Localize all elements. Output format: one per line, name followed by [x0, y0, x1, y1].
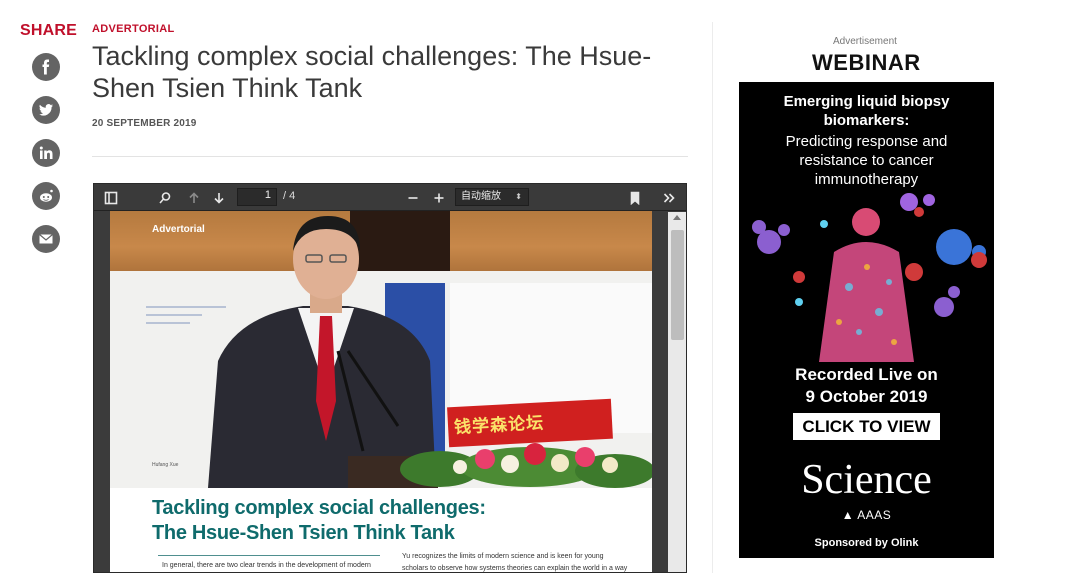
- column-divider: [712, 22, 713, 573]
- click-to-view-button[interactable]: CLICK TO VIEW: [793, 413, 940, 440]
- pdf-advertorial-label: Advertorial: [152, 224, 205, 235]
- linkedin-icon: [39, 146, 53, 159]
- pdf-title-line-2: The Hsue-Shen Tsien Think Tank: [152, 522, 455, 544]
- science-logo: Science: [801, 457, 932, 503]
- article-kicker[interactable]: ADVERTORIAL: [92, 23, 175, 35]
- sidebar-toggle-icon: [104, 191, 118, 205]
- share-title: SHARE: [20, 22, 78, 39]
- pdf-scrollbar[interactable]: [668, 212, 686, 572]
- ad-label: Advertisement: [833, 36, 897, 47]
- pdf-body-line: Yu recognizes the limits of modern scien…: [402, 553, 604, 560]
- linkedin-share-button[interactable]: [32, 139, 60, 167]
- arrow-down-icon: [214, 193, 224, 204]
- aaas-text: AAAS: [857, 508, 892, 522]
- pdf-title-rule: [158, 555, 380, 556]
- page-total: / 4: [283, 190, 296, 202]
- ad-subtitle: Predicting response and resistance to ca…: [785, 133, 948, 188]
- email-share-button[interactable]: [32, 225, 60, 253]
- pdf-body-column-2: Yu recognizes the limits of modern scien…: [402, 551, 642, 572]
- ad-sponsor: Sponsored by Olink: [814, 537, 919, 549]
- arrow-up-icon: [189, 192, 199, 203]
- next-page-button[interactable]: [210, 189, 228, 207]
- bookmark-button[interactable]: [626, 189, 644, 207]
- zoom-in-button[interactable]: [430, 189, 448, 207]
- sidebar-toggle-button[interactable]: [102, 189, 120, 207]
- flower-arrangement: [400, 443, 652, 488]
- ad-recorded-date: Recorded Live on 9 October 2019: [739, 364, 994, 408]
- scroll-up-arrow[interactable]: [673, 215, 681, 220]
- ad-recorded-line-1: Recorded Live on: [795, 365, 938, 384]
- search-icon: [159, 192, 171, 204]
- plus-icon: [434, 193, 444, 203]
- article-headline: Tackling complex social challenges: The …: [92, 41, 652, 103]
- zoom-out-button[interactable]: [404, 189, 422, 207]
- page-number-input[interactable]: 1: [237, 188, 277, 206]
- speaker-photo: 钱学森论坛 Advertorial Hufang Xue: [110, 211, 652, 488]
- ad-artwork: [752, 193, 987, 362]
- pdf-page-title: Tackling complex social challenges: The …: [152, 496, 486, 546]
- pdf-title-line-1: Tackling complex social challenges:: [152, 497, 486, 519]
- pdf-viewer: 1 / 4 自动缩放 ⬍ 钱学森论坛 Advertorial Hufang Xu…: [93, 183, 687, 573]
- share-rail: SHARE: [20, 22, 78, 40]
- ad-lead: Emerging liquid biopsy biomarkers:: [783, 93, 950, 129]
- aaas-triangle-icon: ▲: [841, 508, 858, 522]
- reddit-share-button[interactable]: [32, 182, 60, 210]
- aaas-logo: ▲ AAAS: [739, 508, 994, 522]
- zoom-select[interactable]: 自动缩放 ⬍: [455, 188, 529, 206]
- ad-recorded-line-2: 9 October 2019: [805, 387, 928, 406]
- webinar-ad[interactable]: Emerging liquid biopsy biomarkers: Predi…: [739, 82, 994, 558]
- bookmark-icon: [630, 191, 640, 205]
- minus-icon: [408, 197, 418, 199]
- twitter-icon: [39, 104, 53, 116]
- ad-heading: WEBINAR: [812, 50, 921, 75]
- photo-caption: Hufang Xue: [152, 462, 179, 468]
- facebook-share-button[interactable]: [32, 53, 60, 81]
- pdf-body-column-1: In general, there are two clear trends i…: [162, 562, 371, 569]
- previous-page-button[interactable]: [185, 189, 203, 207]
- reddit-icon: [40, 189, 53, 202]
- facebook-icon: [42, 59, 50, 75]
- double-chevron-right-icon: [663, 193, 675, 203]
- zoom-select-value: 自动缩放: [461, 191, 501, 202]
- pdf-body-line: scholars to observe how systems theories…: [402, 565, 628, 572]
- pdf-toolbar: 1 / 4 自动缩放 ⬍: [94, 184, 686, 211]
- chevron-down-icon: ⬍: [515, 192, 522, 201]
- pdf-page: 钱学森论坛 Advertorial Hufang Xue Tackling co…: [110, 211, 652, 572]
- twitter-share-button[interactable]: [32, 96, 60, 124]
- find-button[interactable]: [156, 189, 174, 207]
- tools-menu-button[interactable]: [660, 189, 678, 207]
- header-divider: [92, 156, 688, 157]
- email-icon: [39, 234, 53, 244]
- article-date: 20 SEPTEMBER 2019: [92, 118, 197, 129]
- scroll-thumb[interactable]: [671, 230, 684, 340]
